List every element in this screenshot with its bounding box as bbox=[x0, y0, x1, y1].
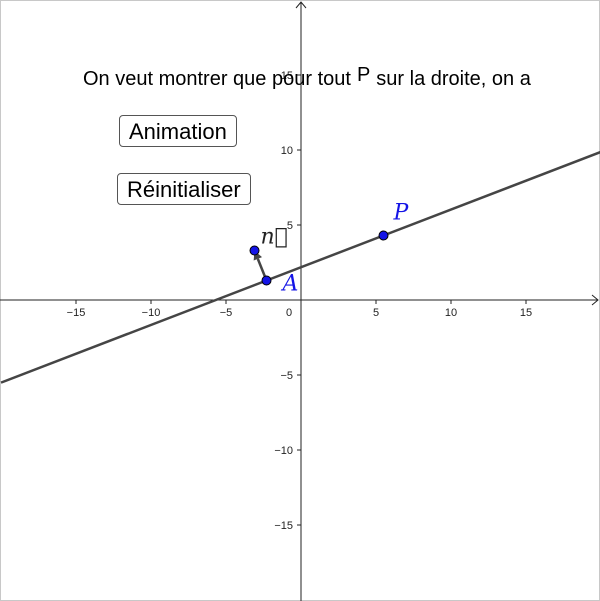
statement-variable: P bbox=[356, 64, 371, 86]
x-tick-label: −10 bbox=[142, 307, 161, 319]
y-tick-label: −5 bbox=[280, 370, 293, 382]
y-tick-label: −15 bbox=[274, 520, 293, 532]
point-p[interactable] bbox=[378, 230, 389, 241]
y-tick-label: −10 bbox=[274, 445, 293, 457]
x-tick-label: 15 bbox=[520, 307, 532, 319]
statement-after: sur la droite, on a bbox=[376, 68, 531, 90]
reset-button[interactable]: Réinitialiser bbox=[117, 173, 251, 205]
statement-before: On veut montrer que pour tout bbox=[83, 68, 351, 90]
point-a[interactable] bbox=[261, 275, 272, 286]
vector-n-label: n⃗ bbox=[261, 225, 288, 250]
x-tick-label: −15 bbox=[67, 307, 86, 319]
x-tick-label: 0 bbox=[286, 307, 292, 319]
point-vector-tip[interactable] bbox=[249, 245, 260, 256]
statement-text: On veut montrer que pour tout Psur la dro… bbox=[83, 64, 531, 91]
geogebra-view[interactable]: −15 −10 −5 0 5 10 15 −15 −10 −5 5 10 15 n⃗ A P On veut … bbox=[0, 0, 600, 601]
animation-button[interactable]: Animation bbox=[119, 115, 237, 147]
x-tick-label: −5 bbox=[220, 307, 233, 319]
point-p-label: P bbox=[393, 201, 410, 226]
x-tick-label: 10 bbox=[445, 307, 457, 319]
x-tick-label: 5 bbox=[373, 307, 379, 319]
y-tick-label: 10 bbox=[281, 145, 293, 157]
point-a-label: A bbox=[281, 272, 299, 297]
